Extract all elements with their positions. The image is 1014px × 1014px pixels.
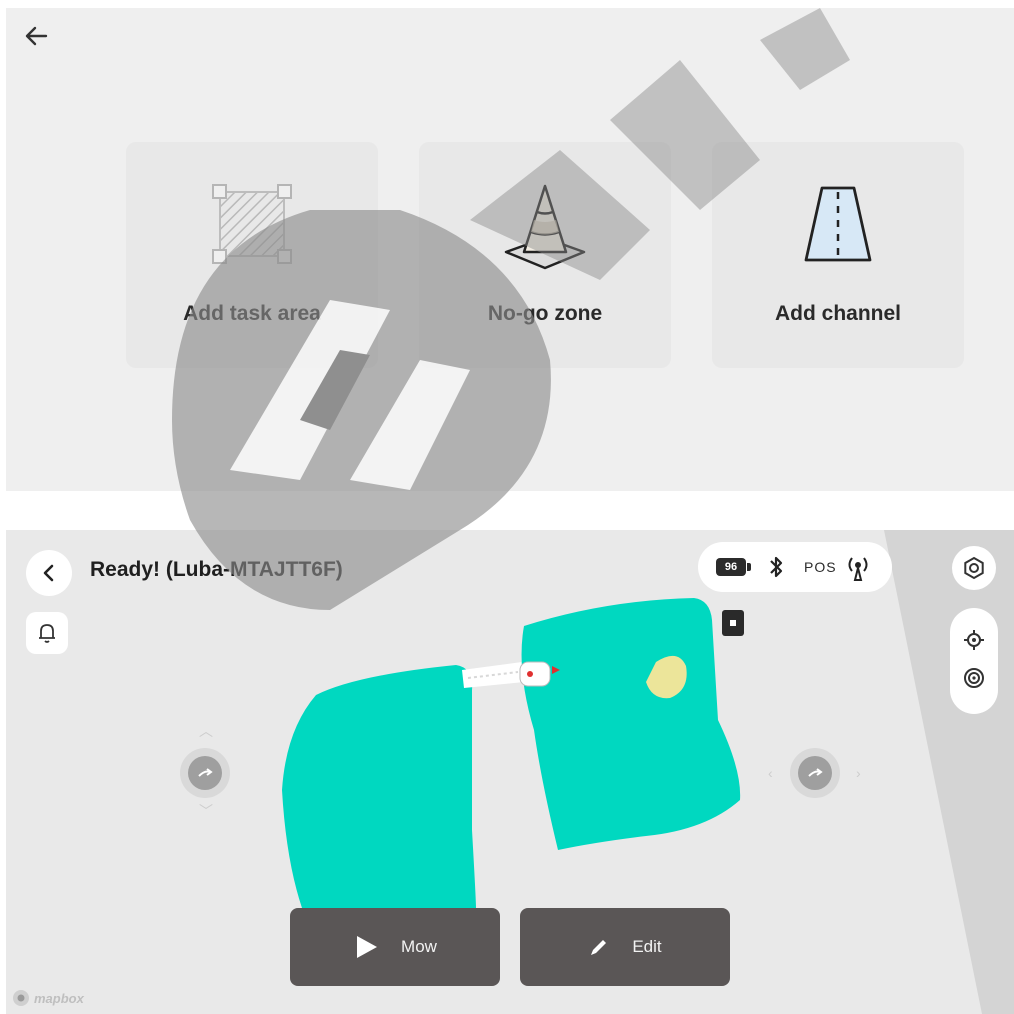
signal-icon[interactable] bbox=[962, 666, 986, 695]
pos-label: POS bbox=[804, 559, 837, 575]
bell-icon bbox=[39, 624, 55, 643]
locate-icon[interactable] bbox=[962, 628, 986, 657]
mowing-zone-right bbox=[521, 598, 741, 850]
joystick-arrow-icon bbox=[198, 768, 213, 777]
add-channel-card[interactable]: Add channel bbox=[712, 142, 964, 368]
battery-indicator: 96 bbox=[716, 558, 746, 576]
edit-button[interactable]: Edit bbox=[520, 908, 730, 986]
map-controls bbox=[950, 608, 998, 714]
add-channel-label: Add channel bbox=[774, 302, 901, 325]
joystick-left-up-icon: ︿ bbox=[199, 723, 213, 739]
edit-button-label: Edit bbox=[632, 937, 662, 956]
joystick-left-knob bbox=[188, 756, 222, 790]
mowing-zone-left bbox=[282, 665, 476, 908]
gear-icon bbox=[964, 556, 984, 580]
joystick-right-left-icon: ‹ bbox=[768, 765, 773, 781]
pencil-icon bbox=[591, 940, 607, 955]
joystick-arrow-icon bbox=[808, 768, 823, 777]
back-arrow-icon[interactable] bbox=[20, 22, 52, 50]
joystick-left-down-icon: ﹀ bbox=[199, 803, 213, 819]
mow-button-label: Mow bbox=[401, 937, 437, 956]
back-button[interactable] bbox=[26, 550, 72, 596]
add-task-area-card[interactable]: Add task area bbox=[126, 142, 378, 368]
no-go-zone-label: No-go zone bbox=[487, 302, 603, 325]
battery-tip bbox=[747, 563, 751, 571]
notification-button[interactable] bbox=[26, 612, 68, 654]
joystick-right[interactable] bbox=[790, 748, 840, 798]
no-go-zone-card[interactable]: No-go zone bbox=[419, 142, 671, 368]
mapbox-attribution[interactable]: mapbox bbox=[12, 988, 84, 1008]
mapbox-text: mapbox bbox=[34, 990, 84, 1006]
traffic-cone-icon bbox=[500, 182, 590, 277]
joystick-right-knob bbox=[798, 756, 832, 790]
mower-status-title: Ready! (Luba-MTAJTT6F) bbox=[90, 558, 343, 581]
mapbox-logo-icon bbox=[13, 990, 29, 1006]
bluetooth-icon bbox=[768, 554, 784, 585]
mow-button[interactable]: Mow bbox=[290, 908, 500, 986]
chevron-left-icon bbox=[43, 564, 54, 582]
charging-station-icon bbox=[722, 610, 744, 636]
device-status-bar: 96 POS bbox=[698, 542, 892, 592]
channel-icon bbox=[796, 182, 880, 271]
map-canvas[interactable] bbox=[6, 530, 1014, 1014]
settings-button[interactable] bbox=[952, 546, 996, 590]
add-task-area-label: Add task area bbox=[183, 302, 321, 325]
play-icon bbox=[357, 936, 378, 958]
task-area-icon bbox=[210, 182, 294, 271]
rtk-signal-icon bbox=[844, 553, 872, 586]
joystick-right-right-icon: › bbox=[856, 765, 861, 781]
create-area-panel: Add task area No-go zone Add channel bbox=[6, 8, 1014, 491]
joystick-left[interactable] bbox=[180, 748, 230, 798]
map-panel: Ready! (Luba-MTAJTT6F) 96 POS ︿ ﹀ ‹ › Mo… bbox=[6, 530, 1014, 1014]
